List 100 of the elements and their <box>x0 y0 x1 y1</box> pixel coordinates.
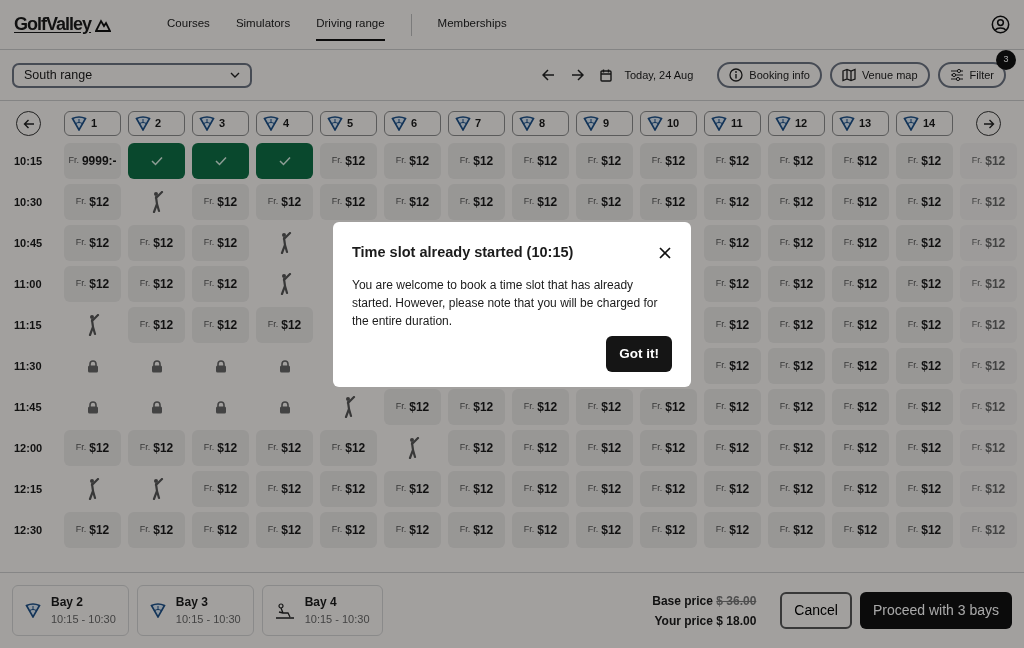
time-slot[interactable]: Fr. $12 <box>896 389 953 425</box>
time-slot[interactable]: Fr. $12 <box>64 430 121 466</box>
bay-header[interactable]: 1 <box>64 111 121 136</box>
calendar-icon[interactable] <box>600 68 613 82</box>
time-slot[interactable]: Fr. $12 <box>832 143 889 179</box>
time-slot[interactable]: Fr. $12 <box>640 471 697 507</box>
time-slot[interactable]: Fr. $12 <box>896 184 953 220</box>
time-slot[interactable]: Fr. $12 <box>128 430 185 466</box>
time-slot[interactable]: Fr. $12 <box>704 143 761 179</box>
time-slot[interactable]: Fr. $12 <box>768 143 825 179</box>
time-slot[interactable]: Fr. $12 <box>448 184 505 220</box>
time-slot[interactable]: Fr. $12 <box>640 512 697 548</box>
time-slot[interactable]: Fr. $12 <box>832 348 889 384</box>
time-slot[interactable]: Fr. $12 <box>960 225 1017 261</box>
time-slot[interactable]: Fr. $12 <box>192 184 249 220</box>
nav-tab[interactable]: Courses <box>167 7 210 42</box>
time-slot[interactable]: Fr. $12 <box>576 512 633 548</box>
time-slot[interactable]: Fr. $12 <box>320 143 377 179</box>
time-slot[interactable]: Fr. $12 <box>384 512 441 548</box>
time-slot[interactable]: Fr. $12 <box>576 389 633 425</box>
time-slot[interactable]: Fr. $12 <box>256 512 313 548</box>
time-slot[interactable]: Fr. $12 <box>896 512 953 548</box>
nav-tab[interactable]: Simulators <box>235 7 291 42</box>
time-slot[interactable]: Fr. $12 <box>768 266 825 302</box>
cancel-button[interactable]: Cancel <box>780 592 852 629</box>
bay-header[interactable]: 8 <box>512 111 569 136</box>
time-slot[interactable]: Fr. $12 <box>896 143 953 179</box>
time-slot[interactable]: Fr. $12 <box>832 512 889 548</box>
time-slot[interactable]: Fr. $12 <box>384 184 441 220</box>
range-select[interactable]: South range <box>12 62 252 88</box>
time-slot[interactable]: Fr. $12 <box>640 143 697 179</box>
time-slot[interactable]: Fr. $12 <box>64 266 121 302</box>
confirm-button[interactable]: Got it! <box>606 335 672 372</box>
time-slot[interactable]: Fr. $12 <box>192 512 249 548</box>
toolbar-button[interactable]: Booking info <box>717 62 822 88</box>
time-slot[interactable]: Fr. $12 <box>384 471 441 507</box>
time-slot[interactable]: Fr. $12 <box>640 430 697 466</box>
time-slot[interactable]: Fr. $12 <box>832 225 889 261</box>
time-slot[interactable]: Fr. $12 <box>704 430 761 466</box>
bay-header[interactable]: 11 <box>704 111 761 136</box>
time-slot[interactable]: Fr. $12 <box>256 471 313 507</box>
selected-slot[interactable] <box>256 143 313 179</box>
time-slot[interactable]: Fr. $12 <box>128 307 185 343</box>
time-slot[interactable]: Fr. $12 <box>768 348 825 384</box>
time-slot[interactable]: Fr. $12 <box>576 184 633 220</box>
time-slot[interactable]: Fr. $12 <box>896 471 953 507</box>
time-slot[interactable]: Fr. $12 <box>640 389 697 425</box>
bay-header[interactable]: 9 <box>576 111 633 136</box>
time-slot[interactable]: Fr. $12 <box>704 389 761 425</box>
bay-header[interactable]: 6 <box>384 111 441 136</box>
bay-header[interactable]: 14 <box>896 111 953 136</box>
time-slot[interactable]: Fr. $12 <box>384 143 441 179</box>
time-slot[interactable]: Fr. $12 <box>448 143 505 179</box>
time-slot[interactable]: Fr. $12 <box>256 307 313 343</box>
time-slot[interactable]: Fr. $12 <box>192 266 249 302</box>
time-slot[interactable]: Fr. $12 <box>960 143 1017 179</box>
time-slot[interactable]: Fr. $12 <box>128 225 185 261</box>
time-slot[interactable]: Fr. $12 <box>512 471 569 507</box>
time-slot[interactable]: Fr. $12 <box>128 266 185 302</box>
time-slot[interactable]: Fr. $12 <box>320 471 377 507</box>
time-slot[interactable]: Fr. $12 <box>512 512 569 548</box>
time-slot[interactable]: Fr. $12 <box>768 471 825 507</box>
bay-header[interactable]: 7 <box>448 111 505 136</box>
proceed-button[interactable]: Proceed with 3 bays <box>859 592 1012 629</box>
time-slot[interactable]: Fr. $12 <box>768 225 825 261</box>
time-slot[interactable]: Fr. $12 <box>64 184 121 220</box>
time-slot[interactable]: Fr. $12 <box>832 389 889 425</box>
time-slot[interactable]: Fr. $12 <box>192 471 249 507</box>
time-slot[interactable]: Fr. $12 <box>768 512 825 548</box>
time-slot[interactable]: Fr. $12 <box>512 184 569 220</box>
time-slot[interactable]: Fr. $12 <box>192 430 249 466</box>
bay-header[interactable]: 13 <box>832 111 889 136</box>
time-slot[interactable]: Fr. 9999:- <box>64 143 121 179</box>
time-slot[interactable]: Fr. $12 <box>960 184 1017 220</box>
time-slot[interactable]: Fr. $12 <box>448 512 505 548</box>
time-slot[interactable]: Fr. $12 <box>832 307 889 343</box>
time-slot[interactable]: Fr. $12 <box>512 430 569 466</box>
time-slot[interactable]: Fr. $12 <box>768 184 825 220</box>
time-slot[interactable]: Fr. $12 <box>960 389 1017 425</box>
time-slot[interactable]: Fr. $12 <box>960 307 1017 343</box>
bay-header[interactable]: 2 <box>128 111 185 136</box>
time-slot[interactable]: Fr. $12 <box>64 225 121 261</box>
time-slot[interactable]: Fr. $12 <box>768 389 825 425</box>
time-slot[interactable]: Fr. $12 <box>896 430 953 466</box>
time-slot[interactable]: Fr. $12 <box>960 512 1017 548</box>
time-slot[interactable]: Fr. $12 <box>704 471 761 507</box>
time-slot[interactable]: Fr. $12 <box>128 512 185 548</box>
bay-header[interactable]: 10 <box>640 111 697 136</box>
time-slot[interactable]: Fr. $12 <box>704 184 761 220</box>
selected-slot[interactable] <box>128 143 185 179</box>
time-slot[interactable]: Fr. $12 <box>640 184 697 220</box>
time-slot[interactable]: Fr. $12 <box>512 143 569 179</box>
time-slot[interactable]: Fr. $12 <box>576 471 633 507</box>
close-button[interactable] <box>658 245 672 260</box>
account-icon[interactable] <box>991 15 1010 34</box>
time-slot[interactable]: Fr. $12 <box>704 225 761 261</box>
time-slot[interactable]: Fr. $12 <box>448 471 505 507</box>
time-slot[interactable]: Fr. $12 <box>192 307 249 343</box>
time-slot[interactable]: Fr. $12 <box>448 430 505 466</box>
time-slot[interactable]: Fr. $12 <box>896 348 953 384</box>
